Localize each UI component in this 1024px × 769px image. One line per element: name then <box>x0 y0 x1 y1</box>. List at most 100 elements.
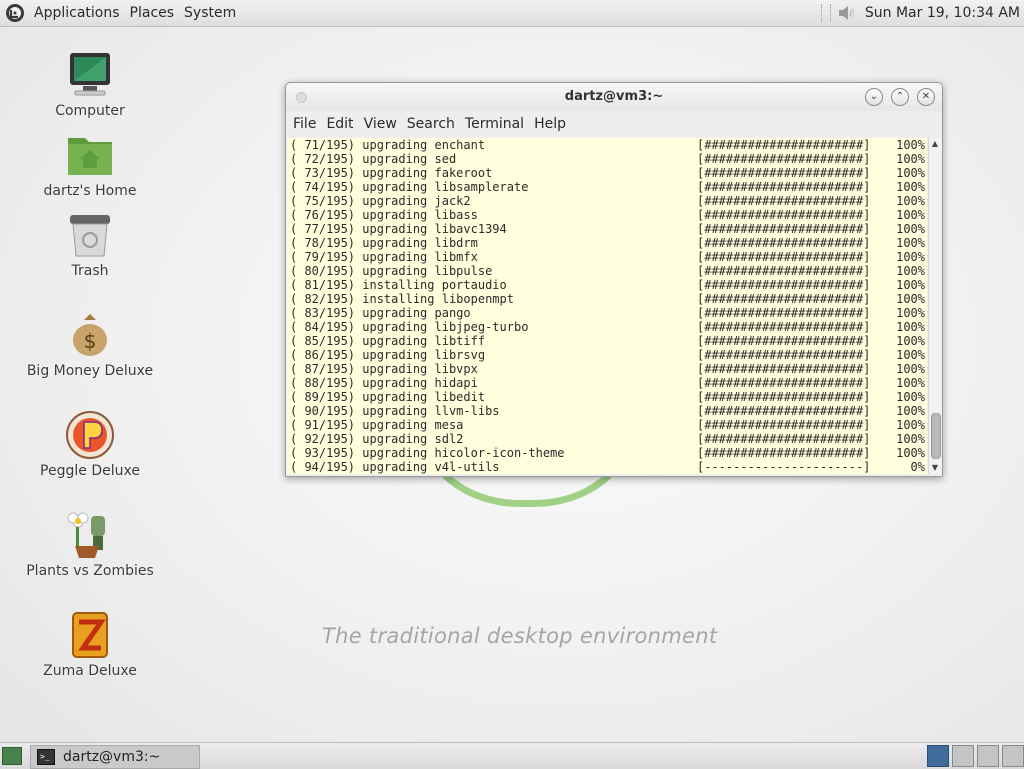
menu-system[interactable]: System <box>179 0 241 26</box>
zuma-icon <box>65 610 115 660</box>
progress-percent: 100% <box>896 334 925 348</box>
desktop-icon-big-money[interactable]: $ Big Money Deluxe <box>15 310 165 379</box>
desktop-icon-zuma[interactable]: Zuma Deluxe <box>15 610 165 679</box>
terminal-line-text: ( 74/195) upgrading libsamplerate <box>290 180 529 194</box>
progress-percent: 100% <box>896 222 925 236</box>
terminal-line: ( 87/195) upgrading libvpx [#############… <box>287 362 927 376</box>
terminal-line: ( 89/195) upgrading libedit [############… <box>287 390 927 404</box>
progress-percent: 100% <box>896 250 925 264</box>
terminal-line-text: ( 90/195) upgrading llvm-libs <box>290 404 500 418</box>
menu-search[interactable]: Search <box>402 116 460 132</box>
terminal-line-text: ( 82/195) installing libopenmpt <box>290 292 514 306</box>
trash-icon <box>65 210 115 260</box>
terminal-line: ( 90/195) upgrading llvm-libs [##########… <box>287 404 927 418</box>
menu-applications[interactable]: Applications <box>29 0 125 26</box>
desktop-icon-computer[interactable]: Computer <box>15 50 165 119</box>
top-panel: Applications Places System Sun Mar 19, 1… <box>0 0 1024 27</box>
terminal-line-text: ( 93/195) upgrading hicolor-icon-theme <box>290 446 565 460</box>
terminal-line: ( 73/195) upgrading fakeroot [###########… <box>287 166 927 180</box>
window-titlebar[interactable]: dartz@vm3:~ ⌄ ⌃ ✕ <box>286 83 942 111</box>
progress-bar-text: [######################] <box>697 432 871 446</box>
menu-file[interactable]: File <box>288 116 321 132</box>
terminal-scrollbar[interactable]: ▲ ▼ <box>928 138 941 474</box>
menu-help[interactable]: Help <box>529 116 571 132</box>
maximize-button[interactable]: ⌃ <box>891 88 909 106</box>
progress-bar-text: [######################] <box>697 292 871 306</box>
workspace-1[interactable] <box>927 745 949 767</box>
terminal-line-text: ( 91/195) upgrading mesa <box>290 418 464 432</box>
terminal-line-text: ( 73/195) upgrading fakeroot <box>290 166 493 180</box>
workspace-4[interactable] <box>1002 745 1024 767</box>
workspace-2[interactable] <box>952 745 974 767</box>
progress-bar-text: [######################] <box>697 362 871 376</box>
desktop-icon-label: dartz's Home <box>43 183 137 199</box>
volume-icon[interactable] <box>837 5 857 21</box>
desktop-icon-label: Trash <box>71 263 109 279</box>
workspace-switcher <box>924 745 1024 767</box>
tray-separator <box>820 4 831 22</box>
clock[interactable]: Sun Mar 19, 10:34 AM <box>865 5 1020 21</box>
bottom-panel: >_ dartz@vm3:~ <box>0 742 1024 769</box>
workspace-3[interactable] <box>977 745 999 767</box>
terminal-line: ( 81/195) installing portaudio [#########… <box>287 278 927 292</box>
progress-percent: 100% <box>896 278 925 292</box>
terminal-output[interactable]: ( 71/195) upgrading enchant [############… <box>287 138 927 474</box>
taskbar-item-terminal[interactable]: >_ dartz@vm3:~ <box>30 745 200 769</box>
terminal-line-text: ( 72/195) upgrading sed <box>290 152 457 166</box>
progress-bar-text: [######################] <box>697 208 871 222</box>
scroll-down-arrow-icon[interactable]: ▼ <box>929 462 941 474</box>
progress-bar-text: [######################] <box>697 264 871 278</box>
terminal-line: ( 77/195) upgrading libavc1394 [#########… <box>287 222 927 236</box>
menu-view[interactable]: View <box>359 116 402 132</box>
home-folder-icon <box>65 130 115 180</box>
progress-percent: 100% <box>896 166 925 180</box>
desktop-icon-trash[interactable]: Trash <box>15 210 165 279</box>
progress-bar-text: [######################] <box>697 320 871 334</box>
progress-bar-text: [######################] <box>697 348 871 362</box>
progress-bar-text: [######################] <box>697 166 871 180</box>
terminal-line: ( 76/195) upgrading libass [#############… <box>287 208 927 222</box>
menu-terminal[interactable]: Terminal <box>460 116 529 132</box>
progress-bar-text: [######################] <box>697 334 871 348</box>
menu-places[interactable]: Places <box>125 0 180 26</box>
menu-edit[interactable]: Edit <box>321 116 358 132</box>
terminal-line-text: ( 71/195) upgrading enchant <box>290 138 486 152</box>
progress-percent: 100% <box>896 432 925 446</box>
terminal-line-text: ( 86/195) upgrading librsvg <box>290 348 486 362</box>
show-desktop-icon[interactable] <box>2 747 22 765</box>
mate-logo-icon[interactable] <box>5 3 25 23</box>
chevron-up-icon: ⌃ <box>895 91 905 102</box>
desktop-icon-home[interactable]: dartz's Home <box>15 130 165 199</box>
terminal-line: ( 85/195) upgrading libtiff [############… <box>287 334 927 348</box>
desktop-icon-label: Plants vs Zombies <box>26 563 154 579</box>
terminal-line: ( 78/195) upgrading libdrm [#############… <box>287 236 927 250</box>
progress-percent: 100% <box>896 236 925 250</box>
peggle-icon <box>65 410 115 460</box>
terminal-menubar: File Edit View Search Terminal Help <box>286 111 942 137</box>
progress-percent: 100% <box>896 348 925 362</box>
chevron-down-icon: ⌄ <box>869 91 879 102</box>
desktop-icon-peggle[interactable]: Peggle Deluxe <box>15 410 165 479</box>
terminal-line-text: ( 75/195) upgrading jack2 <box>290 194 471 208</box>
scroll-up-arrow-icon[interactable]: ▲ <box>929 138 941 150</box>
desktop-icon-label: Zuma Deluxe <box>43 663 137 679</box>
progress-percent: 100% <box>896 320 925 334</box>
scrollbar-thumb[interactable] <box>931 413 941 459</box>
progress-percent: 100% <box>896 376 925 390</box>
progress-percent: 100% <box>896 180 925 194</box>
progress-bar-text: [######################] <box>697 278 871 292</box>
minimize-button[interactable]: ⌄ <box>865 88 883 106</box>
svg-text:$: $ <box>84 329 97 353</box>
close-button[interactable]: ✕ <box>917 88 935 106</box>
terminal-line-text: ( 92/195) upgrading sdl2 <box>290 432 464 446</box>
progress-bar-text: [######################] <box>697 180 871 194</box>
system-tray: Sun Mar 19, 10:34 AM <box>820 0 1024 26</box>
desktop-icon-plants-vs-zombies[interactable]: Plants vs Zombies <box>15 510 165 579</box>
progress-bar-text: [######################] <box>697 222 871 236</box>
progress-bar-text: [######################] <box>697 236 871 250</box>
progress-percent: 100% <box>896 306 925 320</box>
terminal-line: ( 84/195) upgrading libjpeg-turbo [######… <box>287 320 927 334</box>
terminal-line: ( 91/195) upgrading mesa [###############… <box>287 418 927 432</box>
terminal-line: ( 93/195) upgrading hicolor-icon-theme [#… <box>287 446 927 460</box>
progress-bar-text: [######################] <box>697 250 871 264</box>
